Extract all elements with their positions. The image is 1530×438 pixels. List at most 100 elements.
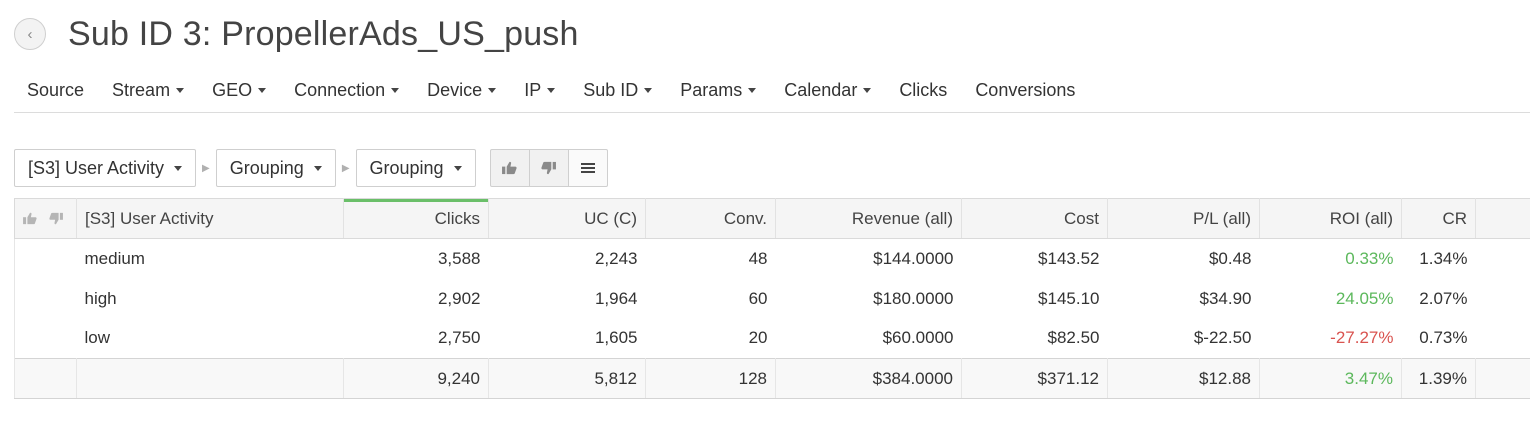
- cell-conv: 48: [748, 248, 768, 268]
- caret-down-icon: [547, 87, 556, 93]
- page-header: ‹ Sub ID 3: PropellerAds_US_push: [14, 12, 579, 56]
- cell-revenue: $180.0000: [873, 288, 954, 308]
- cell-cost: $143.52: [1038, 248, 1100, 268]
- column-header-activity[interactable]: [S3] User Activity: [76, 198, 344, 239]
- grouping-select-2[interactable]: Grouping: [215, 149, 336, 187]
- cell-uc: 2,243: [594, 248, 638, 268]
- totals-row: 9,240 5,812 128 $384.0000 $371.12 $12.88…: [14, 358, 1530, 399]
- nav-item-connection[interactable]: Connection: [294, 80, 400, 101]
- nav-item-calendar[interactable]: Calendar: [784, 80, 872, 101]
- caret-down-icon: [863, 87, 872, 93]
- cell-pl: $34.90: [1199, 288, 1252, 308]
- nav-item-label: Stream: [112, 79, 171, 100]
- totals-activity-cell: [76, 358, 344, 399]
- cell-cost: $82.50: [1047, 328, 1100, 348]
- nav-item-geo[interactable]: GEO: [212, 79, 267, 101]
- column-header-clicks[interactable]: Clicks: [343, 198, 489, 239]
- nav-item-ip[interactable]: IP: [524, 80, 556, 101]
- total-cr: 1.39%: [1401, 358, 1476, 399]
- cell-cr: 2.07%: [1419, 288, 1468, 308]
- cell-clicks: 3,588: [437, 248, 481, 268]
- column-header-pl[interactable]: P/L (all): [1107, 198, 1260, 239]
- caret-down-icon: [176, 87, 185, 93]
- cell-roi: 0.33%: [1345, 248, 1394, 268]
- caret-down-icon: [453, 165, 462, 171]
- cell-filler: [1475, 238, 1530, 279]
- cell-cr: 1.34%: [1419, 248, 1468, 268]
- chevron-left-icon: ‹: [27, 25, 33, 43]
- total-pl: $12.88: [1107, 358, 1260, 399]
- column-header-cr[interactable]: CR: [1401, 198, 1476, 239]
- grouping-select-1[interactable]: [S3] User Activity: [14, 149, 197, 187]
- grouping-select-3[interactable]: Grouping: [355, 149, 476, 187]
- caret-down-icon: [488, 87, 497, 93]
- table-row[interactable]: high 2,902 1,964 60 $180.0000 $145.10 $3…: [14, 278, 1530, 319]
- cell-cost: $145.10: [1038, 288, 1100, 308]
- cell-roi: 24.05%: [1335, 288, 1394, 308]
- row-thumb-cell: [14, 238, 77, 279]
- cell-filler: [1475, 318, 1530, 359]
- nav-item-label: Params: [680, 79, 743, 100]
- column-header-cost[interactable]: Cost: [961, 198, 1108, 239]
- caret-down-icon: [391, 87, 400, 93]
- nav-item-label: Clicks: [899, 79, 948, 100]
- totals-thumb-cell: [14, 358, 77, 399]
- caret-down-icon: [748, 87, 757, 93]
- nav-item-label: Conversions: [975, 79, 1076, 100]
- nav-item-label: Device: [427, 79, 483, 100]
- cell-activity: low: [84, 328, 111, 348]
- back-button[interactable]: ‹: [14, 18, 46, 50]
- total-revenue: $384.0000: [775, 358, 962, 399]
- total-cost: $371.12: [961, 358, 1108, 399]
- page-title: Sub ID 3: PropellerAds_US_push: [68, 14, 579, 53]
- nav-item-label: GEO: [212, 79, 253, 100]
- list-view-button[interactable]: [567, 149, 608, 187]
- cell-uc: 1,605: [594, 328, 638, 348]
- table-row[interactable]: medium 3,588 2,243 48 $144.0000 $143.52 …: [14, 238, 1530, 279]
- nav-item-conversions[interactable]: Conversions: [975, 80, 1075, 101]
- cell-filler: [1475, 278, 1530, 319]
- cell-cr: 0.73%: [1419, 328, 1468, 348]
- caret-down-icon: [644, 87, 653, 93]
- nav-item-sub-id[interactable]: Sub ID: [583, 79, 653, 101]
- thumbs-up-filter-button[interactable]: [489, 149, 530, 187]
- row-thumb-cell: [14, 278, 77, 319]
- filter-button-group: [489, 149, 608, 187]
- caret-down-icon: [174, 165, 183, 171]
- thumbs-down-icon[interactable]: [49, 212, 63, 225]
- cell-roi: -27.27%: [1330, 328, 1394, 348]
- nav-item-device[interactable]: Device: [427, 79, 497, 101]
- total-roi: 3.47%: [1259, 358, 1402, 399]
- total-uc: 5,812: [488, 358, 646, 399]
- cell-conv: 60: [748, 288, 768, 308]
- thumbs-down-filter-button[interactable]: [528, 149, 569, 187]
- nav-item-source[interactable]: Source: [27, 80, 84, 101]
- thumbs-up-icon[interactable]: [23, 212, 37, 225]
- grouping-select-label: [S3] User Activity: [28, 157, 165, 178]
- cell-pl: $-22.50: [1193, 328, 1252, 348]
- table-row[interactable]: low 2,750 1,605 20 $60.0000 $82.50 $-22.…: [14, 318, 1530, 359]
- column-header-filler: [1475, 198, 1530, 239]
- nav-item-label: Source: [27, 79, 85, 100]
- nav-item-label: Sub ID: [583, 79, 639, 100]
- total-clicks: 9,240: [343, 358, 489, 399]
- caret-down-icon: [258, 87, 267, 93]
- column-header-roi[interactable]: ROI (all): [1259, 198, 1402, 239]
- nav-item-clicks[interactable]: Clicks: [899, 80, 947, 101]
- cell-revenue: $60.0000: [882, 328, 954, 348]
- table-header-row: [S3] User Activity Clicks UC (C) Conv. R…: [14, 198, 1530, 239]
- column-header-revenue[interactable]: Revenue (all): [775, 198, 962, 239]
- column-header-uc[interactable]: UC (C): [488, 198, 646, 239]
- nav-item-params[interactable]: Params: [680, 79, 757, 101]
- column-header-conv[interactable]: Conv.: [645, 198, 776, 239]
- cell-conv: 20: [748, 328, 768, 348]
- thumbs-down-icon: [541, 161, 557, 175]
- cell-clicks: 2,902: [437, 288, 481, 308]
- nav-item-stream[interactable]: Stream: [112, 79, 185, 101]
- grouping-toolbar: [S3] User Activity ▶ Grouping ▶ Grouping: [14, 148, 608, 188]
- cell-activity: medium: [84, 248, 145, 268]
- cell-clicks: 2,750: [437, 328, 481, 348]
- cell-revenue: $144.0000: [873, 248, 954, 268]
- triangle-right-icon: ▶: [202, 162, 210, 174]
- cell-pl: $0.48: [1208, 248, 1252, 268]
